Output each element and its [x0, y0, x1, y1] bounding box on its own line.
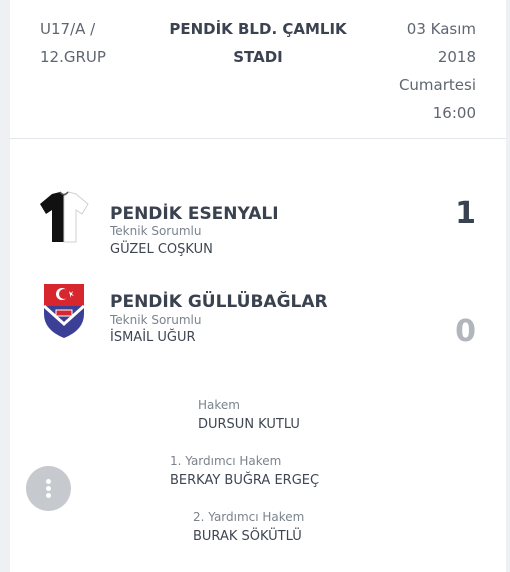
coach-label: Teknik Sorumlu [110, 313, 202, 327]
more-vertical-icon [46, 486, 51, 491]
more-options-button[interactable] [26, 466, 71, 511]
more-vertical-icon [46, 493, 51, 498]
match-header: U17/A / 12.GRUP PENDİK BLD. ÇAMLIK STADI… [10, 0, 506, 139]
team-name[interactable]: PENDİK ESENYALI [110, 204, 279, 224]
official-role: 2. Yardımcı Hakem [193, 510, 305, 524]
official-role: Hakem [198, 398, 240, 412]
league-group: U17/A / 12.GRUP [40, 15, 150, 71]
home-team: PENDİK ESENYALI Teknik Sorumlu GÜZEL COŞ… [10, 184, 506, 264]
match-time: 16:00 [432, 104, 476, 122]
group-line: 12.GRUP [40, 48, 106, 66]
official-role: 1. Yardımcı Hakem [170, 454, 282, 468]
date-day: 03 Kasım [406, 20, 476, 38]
coach-label: Teknik Sorumlu [110, 224, 202, 238]
official-name: BURAK SÖKÜTLÜ [193, 529, 302, 544]
venue-line: STADI [233, 48, 283, 66]
black-white-jersey-icon [38, 190, 90, 250]
official-name: DURSUN KUTLU [198, 417, 300, 432]
club-crest-icon [38, 280, 90, 340]
date-year: 2018 [437, 48, 476, 66]
coach-name: İSMAİL UĞUR [110, 330, 196, 345]
match-card: U17/A / 12.GRUP PENDİK BLD. ÇAMLIK STADI… [10, 0, 506, 572]
date-weekday: Cumartesi [398, 76, 476, 94]
home-score: 1 [455, 196, 476, 231]
away-team: PENDİK GÜLLÜBAĞLAR Teknik Sorumlu İSMAİL… [10, 280, 506, 360]
more-vertical-icon [46, 479, 51, 484]
away-score: 0 [455, 314, 476, 349]
venue: PENDİK BLD. ÇAMLIK STADI [160, 15, 356, 71]
venue-line: PENDİK BLD. ÇAMLIK [169, 20, 347, 38]
team-name[interactable]: PENDİK GÜLLÜBAĞLAR [110, 292, 328, 312]
coach-name: GÜZEL COŞKUN [110, 242, 213, 257]
match-datetime: 03 Kasım 2018 Cumartesi 16:00 [356, 15, 476, 127]
league-line: U17/A / [40, 20, 96, 38]
official-name: BERKAY BUĞRA ERGEÇ [170, 473, 320, 488]
